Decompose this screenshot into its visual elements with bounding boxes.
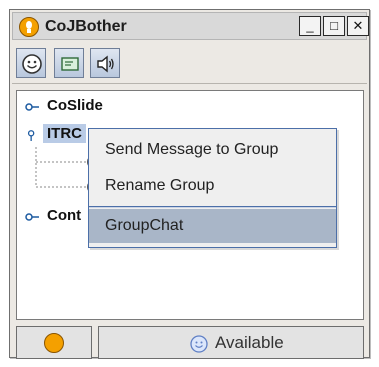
menu-item-groupchat[interactable]: GroupChat	[89, 209, 336, 243]
speaker-icon	[97, 55, 114, 73]
menu-item-send-message-to-group[interactable]: Send Message to Group	[89, 133, 336, 167]
title-bar[interactable]: CoJBother _ □ ✕	[12, 12, 369, 40]
group-label: Cont	[47, 207, 82, 224]
chat-window-button[interactable]	[54, 48, 84, 78]
group-label: CoSlide	[47, 97, 103, 114]
menu-button[interactable]	[16, 326, 92, 359]
presence-status-button[interactable]: Available	[98, 326, 364, 359]
minimize-button[interactable]: _	[299, 16, 321, 36]
chat-window-icon	[61, 57, 79, 71]
window-title: CoJBother	[45, 18, 127, 35]
sound-toggle-button[interactable]	[90, 48, 120, 78]
app-lightbulb-icon	[19, 17, 39, 37]
collapsed-node-icon[interactable]	[25, 211, 39, 223]
status-bar: Available	[16, 326, 364, 359]
smiley-icon	[190, 335, 208, 353]
collapsed-node-icon[interactable]	[25, 101, 39, 113]
lightbulb-icon	[44, 333, 64, 353]
group-label: ITRC	[43, 124, 86, 143]
close-button[interactable]: ✕	[347, 16, 369, 36]
presence-status-label: Available	[215, 333, 284, 352]
expanded-node-icon[interactable]	[25, 129, 39, 141]
maximize-button[interactable]: □	[323, 16, 345, 36]
smiley-icon	[22, 54, 42, 74]
status-smiley-button[interactable]	[16, 48, 46, 78]
toolbar	[12, 44, 367, 84]
menu-separator	[89, 206, 336, 208]
menu-item-rename-group[interactable]: Rename Group	[89, 169, 336, 203]
group-context-menu: Send Message to Group Rename Group Group…	[88, 128, 337, 248]
